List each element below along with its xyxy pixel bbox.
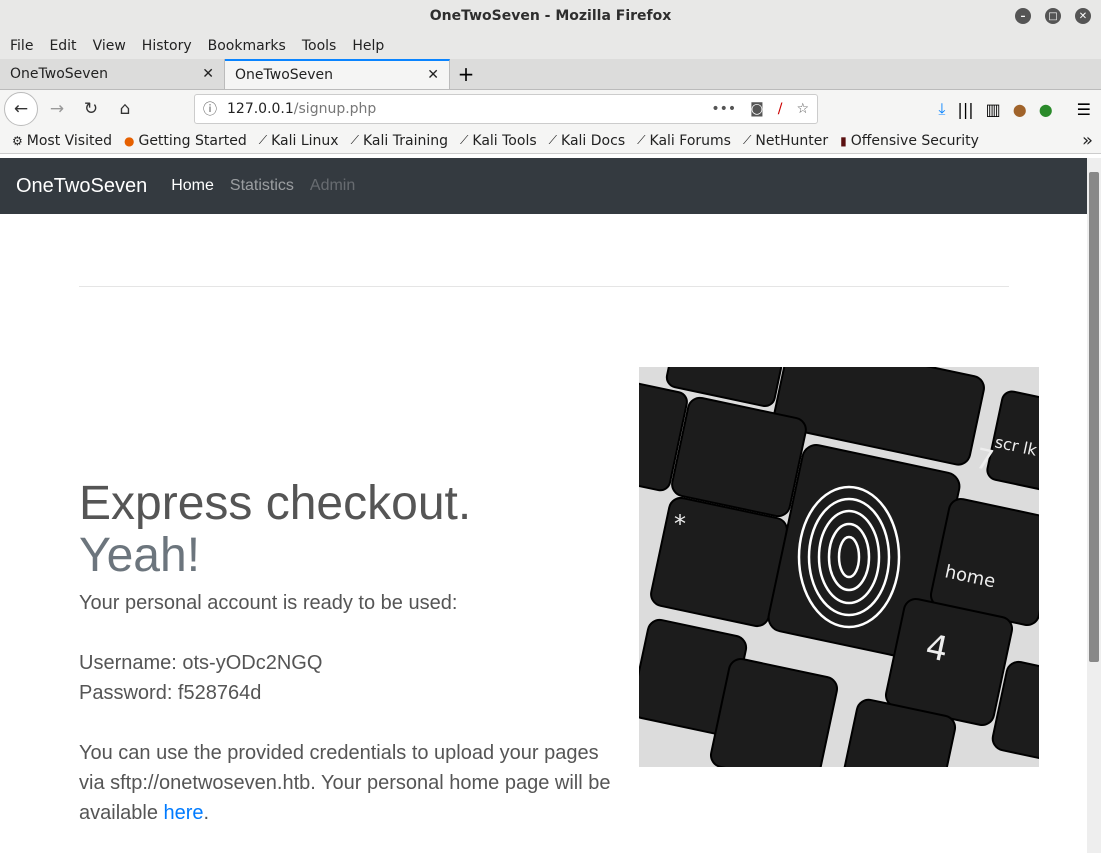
intro-text: Your personal account is ready to be use… xyxy=(79,592,458,614)
library-icon[interactable]: ||| xyxy=(957,100,973,119)
reload-button[interactable]: ↻ xyxy=(76,94,106,124)
bookmark-nethunter[interactable]: ⟋ NetHunter xyxy=(743,133,828,149)
bookmark-label: Kali Training xyxy=(363,132,448,149)
forward-button[interactable]: → xyxy=(42,94,72,124)
bookmark-getting-started[interactable]: ● Getting Started xyxy=(124,133,247,149)
username-text: Username: ots-yODc2NGQ xyxy=(79,652,323,674)
bookmark-label: Kali Docs xyxy=(561,132,626,149)
more-icon[interactable]: ••• xyxy=(711,101,736,117)
bookmark-kali-linux[interactable]: ⟋ Kali Linux xyxy=(259,133,339,149)
site-brand[interactable]: OneTwoSeven xyxy=(16,175,147,198)
menu-help[interactable]: Help xyxy=(352,38,384,54)
kali-icon: ⟋ xyxy=(459,133,469,147)
bookmark-most-visited[interactable]: ⚙ Most Visited xyxy=(12,133,112,149)
signup-result: Express checkout. Yeah! Your personal acc… xyxy=(79,478,619,828)
bookmarks-toolbar: ⚙ Most Visited ● Getting Started ⟋ Kali Lin… xyxy=(0,128,1101,154)
extension-icon[interactable]: / xyxy=(778,101,783,117)
tab-label: OneTwoSeven xyxy=(10,66,109,82)
page-scrollbar[interactable] xyxy=(1087,158,1101,853)
gear-icon: ⚙ xyxy=(12,133,23,148)
download-icon[interactable]: ⤓ xyxy=(938,99,945,119)
nav-admin: Admin xyxy=(309,177,356,194)
page-content: OneTwoSeven Home Statistics Admin Expres… xyxy=(0,158,1087,853)
menu-edit[interactable]: Edit xyxy=(49,38,76,54)
bookmark-kali-training[interactable]: ⟋ Kali Training xyxy=(351,133,448,149)
menu-tools[interactable]: Tools xyxy=(302,38,337,54)
bookmark-label: Kali Forums xyxy=(649,132,731,149)
kali-icon: ⟋ xyxy=(742,133,752,147)
divider xyxy=(79,286,1009,287)
menu-bookmarks[interactable]: Bookmarks xyxy=(208,38,286,54)
bookmark-label: Kali Tools xyxy=(472,132,537,149)
tab-2[interactable]: OneTwoSeven ✕ xyxy=(225,59,450,89)
url-host: 127.0.0.1 xyxy=(227,101,294,117)
menu-view[interactable]: View xyxy=(93,38,126,54)
close-icon[interactable]: ✕ xyxy=(1075,8,1091,24)
kali-icon: ⟋ xyxy=(637,133,646,147)
kali-icon: ⟋ xyxy=(548,133,558,147)
new-tab-button[interactable]: + xyxy=(450,59,482,89)
bookmark-label: NetHunter xyxy=(755,132,829,149)
offsec-icon: ▮ xyxy=(840,133,847,148)
fingerprint-keyboard-image: 7 home 4 scr lk * xyxy=(639,367,1039,767)
tab-label: OneTwoSeven xyxy=(235,67,334,83)
maximize-icon[interactable]: □ xyxy=(1045,8,1061,24)
bookmark-offensive-security[interactable]: ▮ Offensive Security xyxy=(840,133,979,149)
heading-line-2: Yeah! xyxy=(79,529,201,582)
page-title: Express checkout. Yeah! xyxy=(79,478,619,582)
bookmark-label: Kali Linux xyxy=(271,132,339,149)
home-page-link[interactable]: here xyxy=(164,802,204,824)
kali-icon: ⟋ xyxy=(350,133,359,147)
bookmark-label: Getting Started xyxy=(138,132,247,149)
info-icon[interactable]: ⓘ xyxy=(203,99,217,119)
window-titlebar: OneTwoSeven - Mozilla Firefox – □ ✕ xyxy=(0,0,1101,32)
bookmarks-overflow-icon[interactable]: » xyxy=(1082,130,1093,151)
bookmark-label: Offensive Security xyxy=(850,132,979,149)
nav-statistics[interactable]: Statistics xyxy=(230,177,294,195)
home-button[interactable]: ⌂ xyxy=(110,94,140,124)
pocket-icon[interactable]: ◙ xyxy=(750,101,764,117)
bookmark-label: Most Visited xyxy=(26,132,112,149)
hamburger-menu-icon[interactable]: ☰ xyxy=(1077,100,1091,119)
star-icon[interactable]: ☆ xyxy=(796,101,809,117)
back-button[interactable]: ← xyxy=(4,92,38,126)
svg-text:*: * xyxy=(674,510,686,538)
firefox-icon: ● xyxy=(123,133,135,148)
url-path: /signup.php xyxy=(293,101,377,117)
bookmark-kali-docs[interactable]: ⟋ Kali Docs xyxy=(549,133,626,149)
close-tab-icon[interactable]: ✕ xyxy=(427,67,439,83)
tab-1[interactable]: OneTwoSeven ✕ xyxy=(0,59,225,89)
menu-history[interactable]: History xyxy=(142,38,192,54)
cookie-icon[interactable]: ● xyxy=(1013,100,1027,119)
heading-line-1: Express checkout. xyxy=(79,477,472,530)
password-text: Password: f528764d xyxy=(79,682,262,704)
extension-green-icon[interactable]: ● xyxy=(1039,100,1053,119)
scrollbar-thumb[interactable] xyxy=(1089,172,1099,662)
sidebar-icon[interactable]: ▥ xyxy=(986,100,1001,119)
url-bar[interactable]: ⓘ 127.0.0.1/signup.php ••• ◙ / ☆ xyxy=(194,94,818,124)
info-text: You can use the provided credentials to … xyxy=(79,742,611,824)
period: . xyxy=(203,802,210,824)
kali-icon: ⟋ xyxy=(258,133,268,147)
site-navbar: OneTwoSeven Home Statistics Admin xyxy=(0,158,1087,214)
menu-file[interactable]: File xyxy=(10,38,33,54)
bookmark-kali-tools[interactable]: ⟋ Kali Tools xyxy=(460,133,537,149)
close-tab-icon[interactable]: ✕ xyxy=(202,66,214,82)
bookmark-kali-forums[interactable]: ⟋ Kali Forums xyxy=(637,133,731,149)
minimize-icon[interactable]: – xyxy=(1015,8,1031,24)
window-title: OneTwoSeven - Mozilla Firefox xyxy=(429,8,672,24)
nav-home[interactable]: Home xyxy=(171,177,214,195)
menubar: File Edit View History Bookmarks Tools Help xyxy=(0,32,1101,59)
keyboard-illustration: 7 home 4 scr lk * xyxy=(639,367,1039,767)
